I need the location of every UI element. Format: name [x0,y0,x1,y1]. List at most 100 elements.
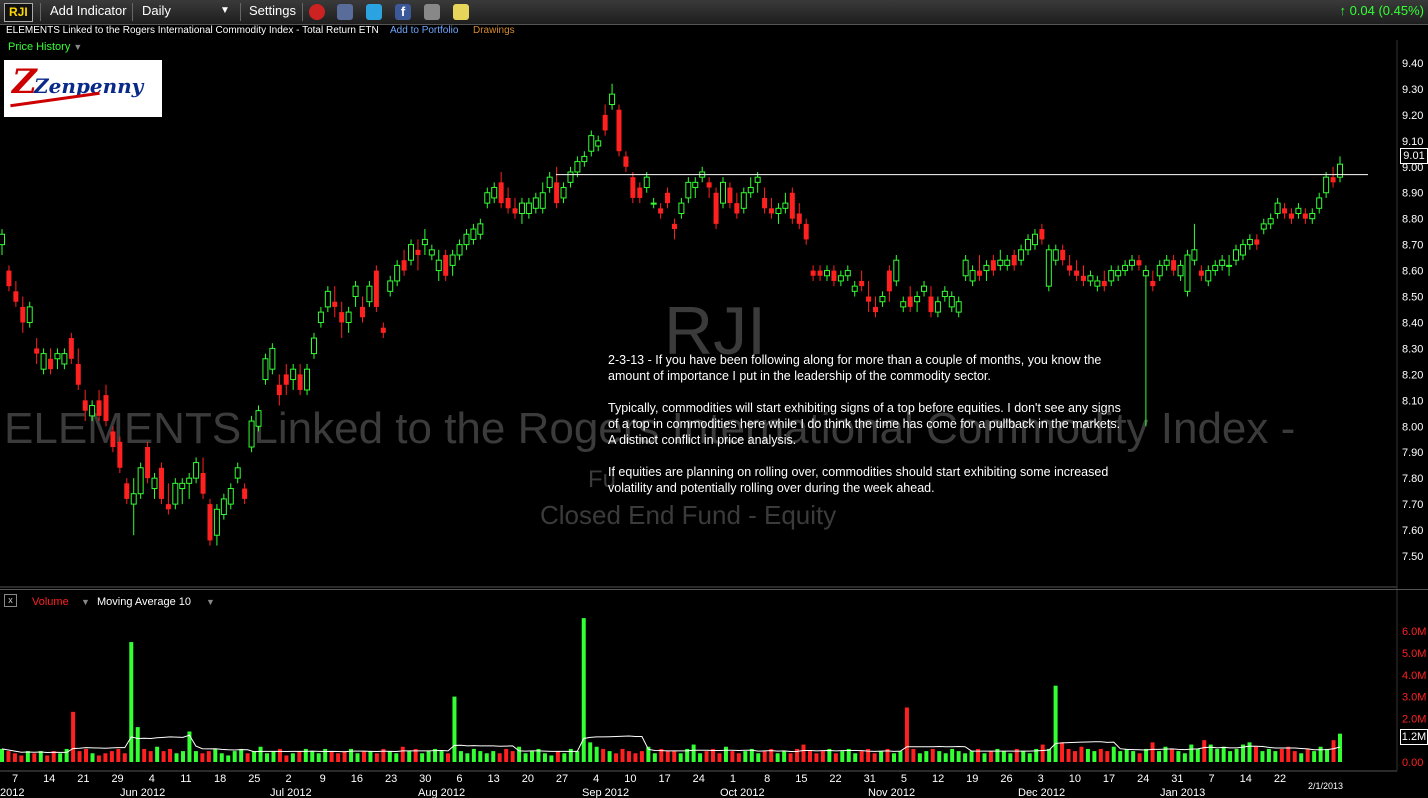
date-tick-label: 18 [214,773,226,785]
candle [40,353,47,370]
candle [310,337,317,355]
volume-bar [833,753,838,762]
volume-bar [872,753,877,762]
volume-bar [310,751,315,762]
date-tick-label: 10 [624,773,636,785]
chevron-down-icon[interactable]: ▼ [206,597,215,607]
month-label: Jun 2012 [120,787,165,798]
candle [539,192,546,209]
date-tick-label: 13 [488,773,500,785]
candle [595,140,602,147]
candle [1025,238,1032,251]
candle [0,233,5,246]
volume-bar [607,751,612,762]
candle [242,488,248,499]
volume-bar [950,748,955,762]
volume-bar [678,753,683,762]
volume-bar [458,751,463,762]
date-tick-label: 29 [111,773,123,785]
candle [879,296,886,303]
candle [609,93,616,106]
candle [1136,260,1142,266]
volume-bar [1053,685,1058,762]
candle [352,285,359,298]
candle [740,192,747,209]
date-tick-label: 16 [351,773,363,785]
volume-bar [1292,751,1297,762]
candle [934,301,941,313]
close-icon[interactable]: x [4,594,17,607]
volume-bar [206,751,211,762]
candle [151,477,158,490]
candle [921,285,928,292]
month-label: Oct 2012 [720,787,765,798]
candle [671,223,677,230]
volume-bar [652,753,657,762]
candle [796,213,802,224]
candle [851,285,858,292]
volume-bar [982,753,987,762]
candle [734,203,740,214]
candle [706,182,712,188]
candle [769,208,775,214]
volume-bar [77,751,82,762]
date-tick-label: 15 [795,773,807,785]
candle [1316,197,1323,209]
month-label: Nov 2012 [868,787,915,798]
candle [20,306,26,323]
volume-bar [1318,746,1323,762]
volume-bar [1305,748,1310,762]
candle [1191,249,1198,261]
candle [859,280,865,287]
candle [1060,249,1066,261]
volume-bar [1182,753,1187,762]
date-tick-label: 4 [149,773,155,785]
candle [213,508,220,536]
candle [1018,249,1025,261]
month-label: Jan 2013 [1160,787,1205,798]
volume-bar [1228,751,1233,762]
candle [1198,270,1204,276]
volume-bar [465,753,470,762]
candle [1094,280,1101,287]
candle [82,400,88,411]
moving-average-label[interactable]: Moving Average 10 [97,596,191,608]
volume-bar [96,755,101,762]
candle [130,493,137,505]
date-tick-label: 7 [1209,773,1215,785]
volume-bar [549,755,554,762]
candle [837,275,844,282]
volume-bar [471,748,476,762]
candle [810,270,816,276]
chevron-down-icon[interactable]: ▼ [81,597,90,607]
volume-bar [439,751,444,762]
candle [803,223,809,240]
candle [61,353,68,365]
candle [983,264,990,272]
volume-bar [135,727,140,762]
volume-bar [1060,742,1065,762]
candle [1156,264,1163,277]
volume-bar [387,751,392,762]
volume-label[interactable]: Volume [32,596,69,608]
date-tick-label: 3 [1038,773,1044,785]
candle [914,296,921,303]
date-tick-label: 22 [829,773,841,785]
volume-bar [1027,753,1032,762]
candle [546,176,553,189]
volume-bar [1195,748,1200,762]
price-tick-label: 8.10 [1402,395,1423,407]
candle [332,301,338,307]
month-label: Aug 2012 [418,787,465,798]
candle [172,482,179,505]
candle [678,202,685,214]
candle [505,197,511,209]
date-tick-label: 21 [77,773,89,785]
price-tick-label: 7.50 [1402,551,1423,563]
candle [782,202,789,209]
volume-bar [1247,742,1252,762]
candle [387,280,394,292]
candle [1302,213,1308,219]
candle [1052,249,1059,261]
volume-bar [1234,748,1239,762]
